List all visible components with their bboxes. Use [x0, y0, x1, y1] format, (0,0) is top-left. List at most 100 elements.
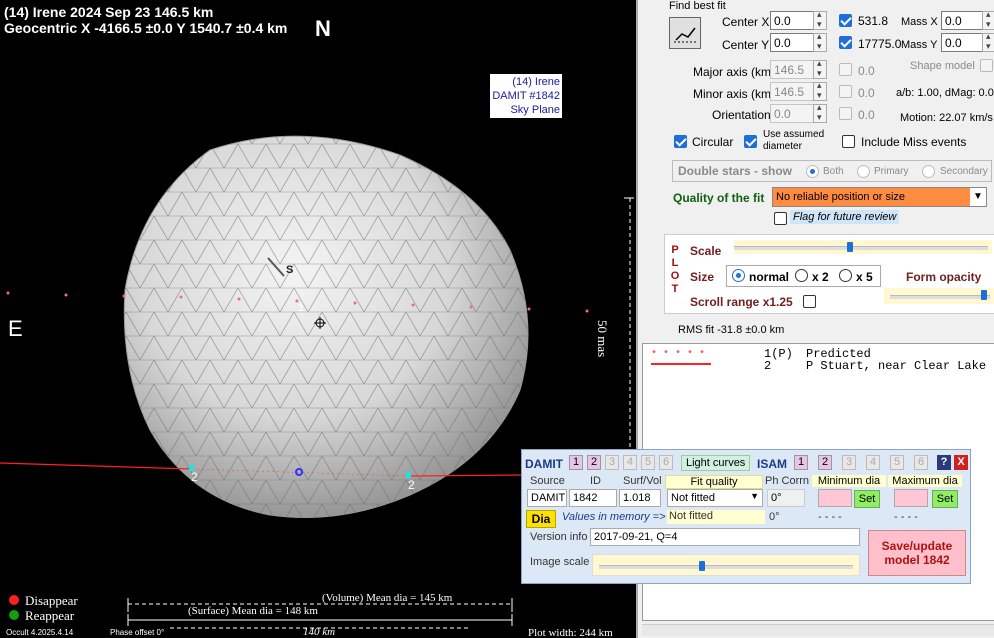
plot-width: Plot width: 244 km	[528, 627, 613, 638]
damit-panel: DAMIT 1 2 3 4 5 6 Light curves ISAM 1 2 …	[521, 449, 971, 584]
min-dia-set-button[interactable]: Set	[854, 490, 880, 508]
quality-select-value: No reliable position or size	[776, 191, 906, 203]
center-x-spinner[interactable]	[813, 9, 827, 30]
hdr-source: Source	[530, 475, 565, 487]
id-field[interactable]: 1842	[569, 489, 617, 507]
source-field[interactable]: DAMIT	[527, 489, 567, 507]
chord-label-s: S	[286, 264, 294, 276]
isam-tab-4[interactable]: 4	[866, 455, 880, 470]
center-x-value: 531.8	[858, 14, 889, 28]
isam-tab-1[interactable]: 1	[794, 455, 808, 470]
damit-tab-6[interactable]: 6	[659, 455, 673, 470]
close-icon[interactable]: X	[954, 455, 968, 470]
scale-label: Scale	[690, 244, 722, 258]
fit-chart-icon	[674, 27, 697, 43]
damit-tab-5[interactable]: 5	[641, 455, 655, 470]
list-item-text: P Stuart, near Clear Lake	[806, 359, 987, 373]
center-y-spinner[interactable]	[813, 31, 827, 52]
mass-y-spinner[interactable]	[982, 31, 994, 52]
isam-tab-5[interactable]: 5	[890, 455, 904, 470]
surf-vol-field[interactable]: 1.018	[619, 489, 661, 507]
center-x-checkbox[interactable]	[839, 14, 852, 27]
damit-tab-1[interactable]: 1	[569, 455, 583, 470]
chevron-down-icon: ▼	[750, 491, 759, 501]
circular-checkbox[interactable]	[674, 135, 687, 148]
surface-dia-label: (Surface) Mean dia = 148 km	[188, 605, 318, 617]
image-scale-thumb[interactable]	[699, 561, 705, 571]
scroll-range-checkbox[interactable]	[803, 295, 816, 308]
shape-model-label: Shape model	[910, 60, 975, 72]
flag-review-checkbox[interactable]	[774, 212, 787, 225]
plot-letter: T	[671, 283, 679, 295]
shape-model-checkbox[interactable]	[980, 59, 993, 72]
center-y-value: 17775.0	[858, 37, 902, 51]
center-y-checkbox[interactable]	[839, 36, 852, 49]
opacity-slider-thumb[interactable]	[981, 290, 988, 300]
major-axis-input[interactable]	[770, 60, 814, 79]
quality-label: Quality of the fit	[673, 191, 765, 205]
plot-vertical-label: P L O T	[670, 244, 680, 296]
memory-ph-corrn: 0°	[769, 511, 780, 523]
fit-button[interactable]	[669, 17, 701, 49]
form-opacity-label: Form opacity	[906, 270, 982, 284]
ph-corrn-field[interactable]: 0°	[767, 489, 805, 507]
hdr-max-dia: Maximum dia	[888, 475, 962, 487]
help-icon[interactable]: ?	[937, 455, 951, 470]
mass-x-spinner[interactable]	[982, 9, 994, 30]
minor-axis-checkbox[interactable]	[839, 85, 852, 98]
quality-select[interactable]: No reliable position or size ▼	[772, 187, 987, 207]
scale-slider-track	[734, 246, 988, 250]
size-normal-radio[interactable]	[732, 269, 745, 282]
image-scale-slider[interactable]	[592, 554, 860, 576]
save-update-model-button[interactable]: Save/update model 1842	[868, 530, 966, 576]
minor-axis-spinner[interactable]	[813, 80, 827, 101]
include-miss-checkbox[interactable]	[842, 135, 855, 148]
chord-label-2b: 2	[408, 478, 415, 492]
damit-tab-2[interactable]: 2	[587, 455, 601, 470]
mass-y-input[interactable]	[941, 33, 983, 52]
dia-button[interactable]: Dia	[526, 510, 556, 528]
plot-letter: L	[671, 257, 679, 269]
center-x-input[interactable]	[770, 11, 814, 30]
isam-title: ISAM	[757, 457, 787, 471]
light-curves-button[interactable]: Light curves	[681, 455, 751, 471]
mass-x-input[interactable]	[941, 11, 983, 30]
max-dia-field[interactable]	[894, 489, 928, 507]
fit-quality-select[interactable]: Not fitted ▼	[667, 489, 763, 507]
damit-tab-4[interactable]: 4	[623, 455, 637, 470]
scale-slider-thumb[interactable]	[846, 242, 853, 252]
isam-tab-2[interactable]: 2	[818, 455, 832, 470]
major-axis-spinner[interactable]	[813, 58, 827, 79]
chord-label-1: 1	[298, 302, 305, 314]
hdr-surf-vol: Surf/Vol	[623, 475, 662, 487]
version-info-label: Version info	[530, 531, 588, 543]
rms-fit: RMS fit -31.8 ±0.0 km	[678, 324, 785, 336]
orientation-spinner[interactable]	[813, 102, 827, 123]
isam-tab-3[interactable]: 3	[842, 455, 856, 470]
list-scrollbar[interactable]	[642, 624, 994, 636]
size-x5-radio[interactable]	[839, 269, 852, 282]
version-info-field[interactable]: 2017-09-21, Q=4	[590, 528, 860, 546]
size-label: Size	[690, 270, 715, 284]
orientation-checkbox[interactable]	[839, 107, 852, 120]
major-axis-checkbox[interactable]	[839, 63, 852, 76]
size-x2-radio[interactable]	[795, 269, 808, 282]
motion-text: Motion: 22.07 km/s	[900, 112, 993, 124]
max-dia-set-button[interactable]: Set	[932, 490, 958, 508]
legend-reappear: Reappear	[25, 608, 75, 623]
scale-slider[interactable]	[734, 240, 992, 254]
image-scale-label: Image scale	[530, 556, 590, 568]
minor-axis-input[interactable]	[770, 82, 814, 101]
opacity-slider[interactable]	[884, 288, 994, 304]
min-dia-field[interactable]	[818, 489, 852, 507]
center-y-input[interactable]	[770, 33, 814, 52]
hdr-fit-quality: Fit quality	[665, 475, 763, 489]
orientation-input[interactable]	[770, 104, 814, 123]
isam-tab-6[interactable]: 6	[914, 455, 928, 470]
damit-tab-3[interactable]: 3	[605, 455, 619, 470]
secondary-radio[interactable]	[922, 165, 935, 178]
major-axis-value: 0.0	[858, 64, 875, 78]
both-radio[interactable]	[806, 165, 819, 178]
use-assumed-checkbox[interactable]	[744, 135, 757, 148]
primary-radio[interactable]	[857, 165, 870, 178]
